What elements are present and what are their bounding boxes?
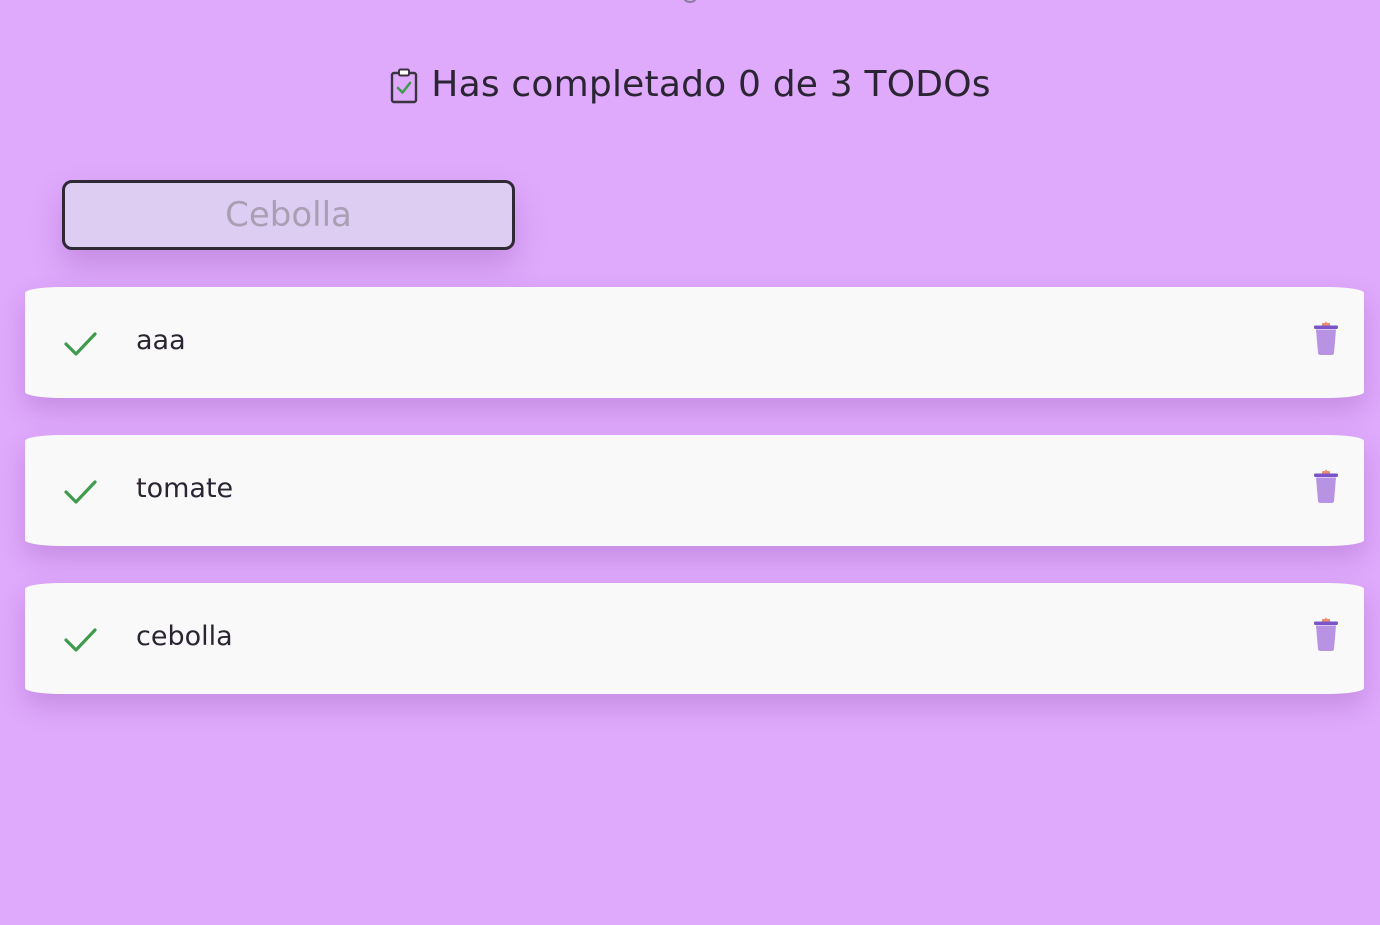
check-icon[interactable]: [63, 626, 99, 654]
todo-text: tomate: [136, 473, 234, 504]
todo-app: Has completado 0 de 3 TODOs aaa: [0, 0, 1380, 925]
top-circle-decoration: [683, 0, 697, 3]
todo-item: cebolla: [25, 583, 1364, 694]
check-icon[interactable]: [63, 478, 99, 506]
counter-title: Has completado 0 de 3 TODOs: [431, 63, 991, 105]
trash-icon[interactable]: [1312, 320, 1340, 356]
trash-icon[interactable]: [1312, 616, 1340, 652]
todo-item: aaa: [25, 287, 1364, 398]
todo-text: aaa: [136, 325, 186, 356]
todo-counter: Has completado 0 de 3 TODOs: [0, 62, 1380, 106]
clipboard-check-icon: [389, 66, 419, 106]
todo-list: aaa tomate cebolla: [25, 287, 1364, 731]
search-box: [62, 180, 515, 250]
trash-icon[interactable]: [1312, 468, 1340, 504]
check-icon[interactable]: [63, 330, 99, 358]
todo-text: cebolla: [136, 621, 233, 652]
search-input[interactable]: [65, 183, 512, 247]
todo-item: tomate: [25, 435, 1364, 546]
